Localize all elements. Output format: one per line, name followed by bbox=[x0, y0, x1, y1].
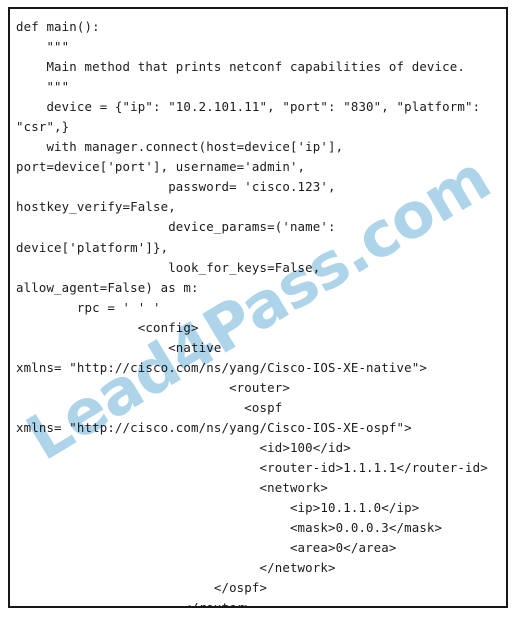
code-listing-frame: Lead4Pass.com def main(): """ Main metho… bbox=[8, 7, 508, 608]
code-line: rpc = ' ' ' bbox=[16, 299, 161, 315]
code-line: device_params=('name': bbox=[16, 219, 336, 235]
code-line: xmlns= "http://cisco.com/ns/yang/Cisco-I… bbox=[16, 419, 412, 435]
code-line: with manager.connect(host=device['ip'], bbox=[16, 139, 344, 155]
code-line: <network> bbox=[16, 480, 329, 496]
code-line: device['platform']}, bbox=[16, 239, 169, 255]
code-line: <router-id>1.1.1.1</router-id> bbox=[16, 460, 488, 476]
code-line: </ospf> bbox=[16, 580, 268, 596]
code-screenshot: Lead4Pass.com def main(): """ Main metho… bbox=[0, 0, 530, 630]
code-line: <mask>0.0.0.3</mask> bbox=[16, 520, 443, 536]
code-line: hostkey_verify=False, bbox=[16, 199, 176, 215]
code-surface: Lead4Pass.com def main(): """ Main metho… bbox=[10, 9, 506, 606]
code-block: def main(): """ Main method that prints … bbox=[16, 17, 502, 606]
code-line: <native bbox=[16, 339, 222, 355]
code-line: look_for_keys=False, bbox=[16, 259, 321, 275]
code-line: Main method that prints netconf capabili… bbox=[16, 59, 465, 75]
code-line: xmlns= "http://cisco.com/ns/yang/Cisco-I… bbox=[16, 359, 427, 375]
code-line: def main(): bbox=[16, 19, 100, 34]
code-line: <id>100</id> bbox=[16, 439, 351, 455]
code-line: port=device['port'], username='admin', bbox=[16, 159, 306, 175]
code-line: </network> bbox=[16, 560, 336, 576]
code-line: "csr",} bbox=[16, 119, 70, 135]
python-code-listing: def main(): """ Main method that prints … bbox=[10, 9, 506, 606]
code-line: </router> bbox=[16, 598, 502, 606]
code-line: """ bbox=[16, 79, 70, 95]
code-line: <ospf bbox=[16, 399, 283, 415]
code-line: <ip>10.1.1.0</ip> bbox=[16, 500, 420, 516]
code-line: <router> bbox=[16, 379, 290, 395]
code-line: """ bbox=[16, 39, 70, 55]
code-line: device = {"ip": "10.2.101.11", "port": "… bbox=[16, 99, 481, 115]
code-line: <area>0</area> bbox=[16, 540, 397, 556]
code-line: <config> bbox=[16, 319, 199, 335]
code-line: password= 'cisco.123', bbox=[16, 179, 336, 195]
code-line: allow_agent=False) as m: bbox=[16, 279, 199, 295]
